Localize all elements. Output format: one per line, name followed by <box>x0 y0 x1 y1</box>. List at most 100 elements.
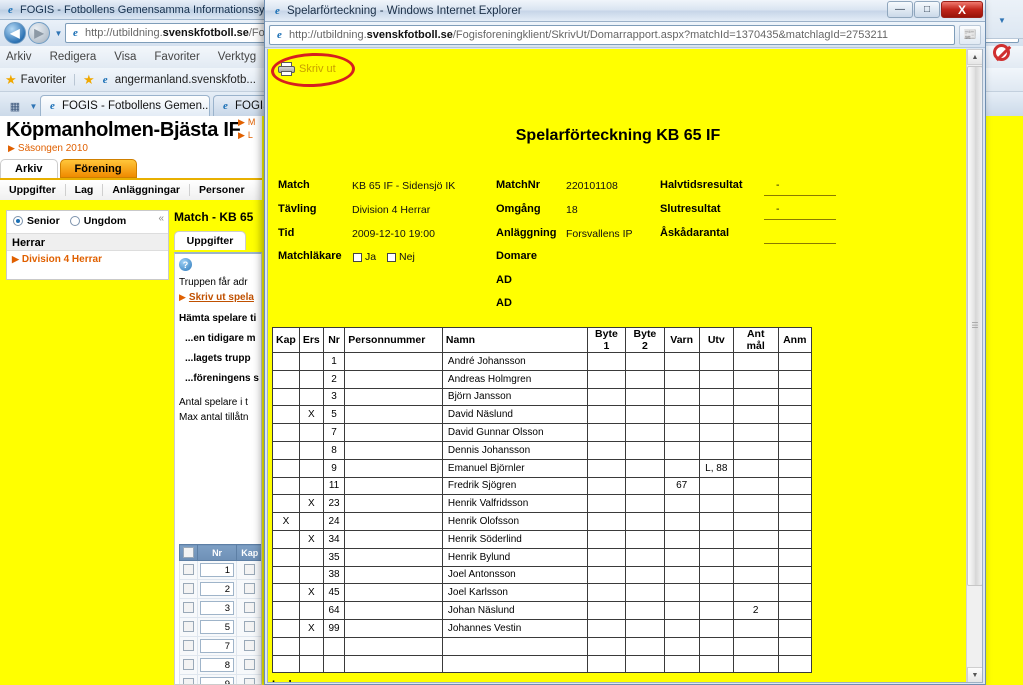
radio-senior[interactable] <box>13 216 23 226</box>
close-button[interactable]: X <box>941 1 983 18</box>
squad-row-select[interactable] <box>179 598 198 618</box>
squad-row-nr[interactable]: 8 <box>196 655 238 675</box>
squad-row-checkbox[interactable] <box>182 678 194 684</box>
division-link[interactable]: ▶ Division 4 Herrar <box>12 254 102 265</box>
squad-nr-input[interactable]: 3 <box>200 601 235 615</box>
players-cell-ers: X <box>298 618 324 638</box>
players-cell-utv <box>698 636 734 656</box>
squad-captain-checkbox[interactable] <box>244 659 256 671</box>
fogis-tab-arkiv[interactable]: Arkiv <box>0 159 58 178</box>
squad-nr-input[interactable]: 2 <box>200 582 235 596</box>
squad-row-nr[interactable]: 3 <box>196 598 238 618</box>
players-cell-anm <box>777 512 812 531</box>
squad-nr-input[interactable]: 5 <box>200 620 235 634</box>
squad-row-select[interactable] <box>179 674 198 684</box>
internet-explorer-icon: e <box>8 3 13 16</box>
squad-captain-checkbox[interactable] <box>244 621 256 633</box>
back-button[interactable]: ◀ <box>4 22 26 44</box>
squad-row-kap[interactable] <box>236 655 261 675</box>
subnav-anlaggningar[interactable]: Anläggningar <box>103 184 191 196</box>
match-tab-uppgifter[interactable]: Uppgifter <box>174 231 246 250</box>
squad-captain-checkbox[interactable] <box>244 583 256 595</box>
matchlakare-nej-checkbox[interactable] <box>387 252 397 262</box>
toolbar-overflow-chevron-down-icon[interactable]: ▼ <box>992 10 1012 30</box>
select-all-checkbox[interactable] <box>182 547 194 559</box>
scroll-up-arrow-icon[interactable]: ▲ <box>967 49 982 65</box>
players-cell-byte2 <box>625 601 665 620</box>
squad-nr-input[interactable]: 1 <box>200 563 235 577</box>
squad-row-nr[interactable]: 7 <box>196 636 238 656</box>
maximize-button[interactable]: □ <box>914 1 940 18</box>
favorites-label[interactable]: Favoriter <box>21 74 66 86</box>
favorite-item-label[interactable]: angermanland.svenskfotb... <box>115 74 256 86</box>
squad-row-kap[interactable] <box>236 579 261 599</box>
fetch-from-previous-match[interactable]: ...en tidigare m <box>175 331 261 346</box>
players-table-row: X 45 Joel Karlsson <box>272 583 812 603</box>
value-tid: 2009-12-10 19:00 <box>352 228 435 240</box>
collapse-panel-icon[interactable]: « <box>158 213 164 224</box>
squad-row-nr[interactable]: 9 <box>196 674 238 684</box>
squad-select-all-header[interactable] <box>179 544 198 561</box>
squad-row-select[interactable] <box>179 579 198 599</box>
help-icon[interactable]: ? <box>179 258 192 271</box>
squad-row-select[interactable] <box>179 617 198 637</box>
tab-list-chevron-down-icon[interactable]: ▼ <box>27 96 40 116</box>
menu-redigera[interactable]: Redigera <box>50 51 97 63</box>
recent-pages-chevron-down-icon[interactable]: ▼ <box>52 23 65 43</box>
squad-row-kap[interactable] <box>236 560 261 580</box>
squad-row-checkbox[interactable] <box>182 659 194 671</box>
squad-row-select[interactable] <box>179 636 198 656</box>
subnav-lag[interactable]: Lag <box>66 184 104 196</box>
players-cell-pnr <box>344 636 443 656</box>
print-squad-link[interactable]: ▶ Skriv ut spela <box>175 290 261 305</box>
players-cell-pnr <box>344 387 443 407</box>
scrollbar-thumb[interactable]: ☰ <box>967 66 982 586</box>
squad-row-kap[interactable] <box>236 674 261 684</box>
minimize-button[interactable]: — <box>887 1 913 18</box>
menu-visa[interactable]: Visa <box>114 51 136 63</box>
squad-nr-input[interactable]: 8 <box>200 658 235 672</box>
menu-favoriter[interactable]: Favoriter <box>154 51 199 63</box>
matchlakare-ja-checkbox[interactable] <box>353 252 362 262</box>
squad-row-kap[interactable] <box>236 617 261 637</box>
menu-verktyg[interactable]: Verktyg <box>218 51 256 63</box>
squad-captain-checkbox[interactable] <box>244 678 256 684</box>
squad-captain-checkbox[interactable] <box>244 640 256 652</box>
subnav-personer[interactable]: Personer <box>190 184 254 196</box>
squad-row-kap[interactable] <box>236 636 261 656</box>
squad-captain-checkbox[interactable] <box>244 602 256 614</box>
squad-row-checkbox[interactable] <box>182 640 194 652</box>
subnav-uppgifter[interactable]: Uppgifter <box>0 184 66 196</box>
squad-row-nr[interactable]: 2 <box>196 579 238 599</box>
foreground-window-titlebar[interactable]: e Spelarförteckning - Windows Internet E… <box>265 0 985 22</box>
fogis-tab-forening[interactable]: Förening <box>59 159 137 178</box>
star-icon[interactable]: ★ <box>5 72 17 88</box>
radio-ungdom[interactable] <box>69 216 80 226</box>
squad-row-checkbox[interactable] <box>182 583 194 595</box>
scroll-down-arrow-icon[interactable]: ▼ <box>967 667 982 682</box>
fetch-from-club-squad[interactable]: ...föreningens s <box>175 371 261 386</box>
squad-nr-input[interactable]: 9 <box>200 677 235 684</box>
browser-tab-1[interactable]: e FOGIS - Fotbollens Gemen... <box>40 95 210 116</box>
squad-row-checkbox[interactable] <box>182 602 194 614</box>
squad-row-checkbox[interactable] <box>182 621 194 633</box>
add-favorite-icon[interactable]: ★ <box>83 72 95 88</box>
squad-row-checkbox[interactable] <box>182 564 194 576</box>
printable-report-document: Skriv ut Spelarförteckning KB 65 IF Matc… <box>268 49 968 682</box>
vertical-scrollbar[interactable]: ▲ ☰ ▼ <box>966 49 982 682</box>
bullet-arrow-icon: ▶ <box>8 143 15 153</box>
quick-tabs-icon[interactable]: ▦ <box>5 96 25 116</box>
squad-row-select[interactable] <box>179 655 198 675</box>
fetch-from-team-squad[interactable]: ...lagets trupp <box>175 351 261 366</box>
squad-nr-input[interactable]: 7 <box>200 639 235 653</box>
squad-captain-checkbox[interactable] <box>244 564 256 576</box>
print-button[interactable]: Skriv ut <box>278 62 336 76</box>
foreground-url-input[interactable]: e http://utbildning. svenskfotboll.se/Fog… <box>269 24 955 45</box>
squad-row-select[interactable] <box>179 560 198 580</box>
squad-row-nr[interactable]: 5 <box>196 617 238 637</box>
forward-button[interactable]: ▶ <box>28 22 50 44</box>
squad-row-nr[interactable]: 1 <box>196 560 238 580</box>
rss-feed-icon[interactable]: 📰 <box>959 24 981 45</box>
squad-row-kap[interactable] <box>236 598 261 618</box>
menu-arkiv[interactable]: Arkiv <box>6 51 32 63</box>
